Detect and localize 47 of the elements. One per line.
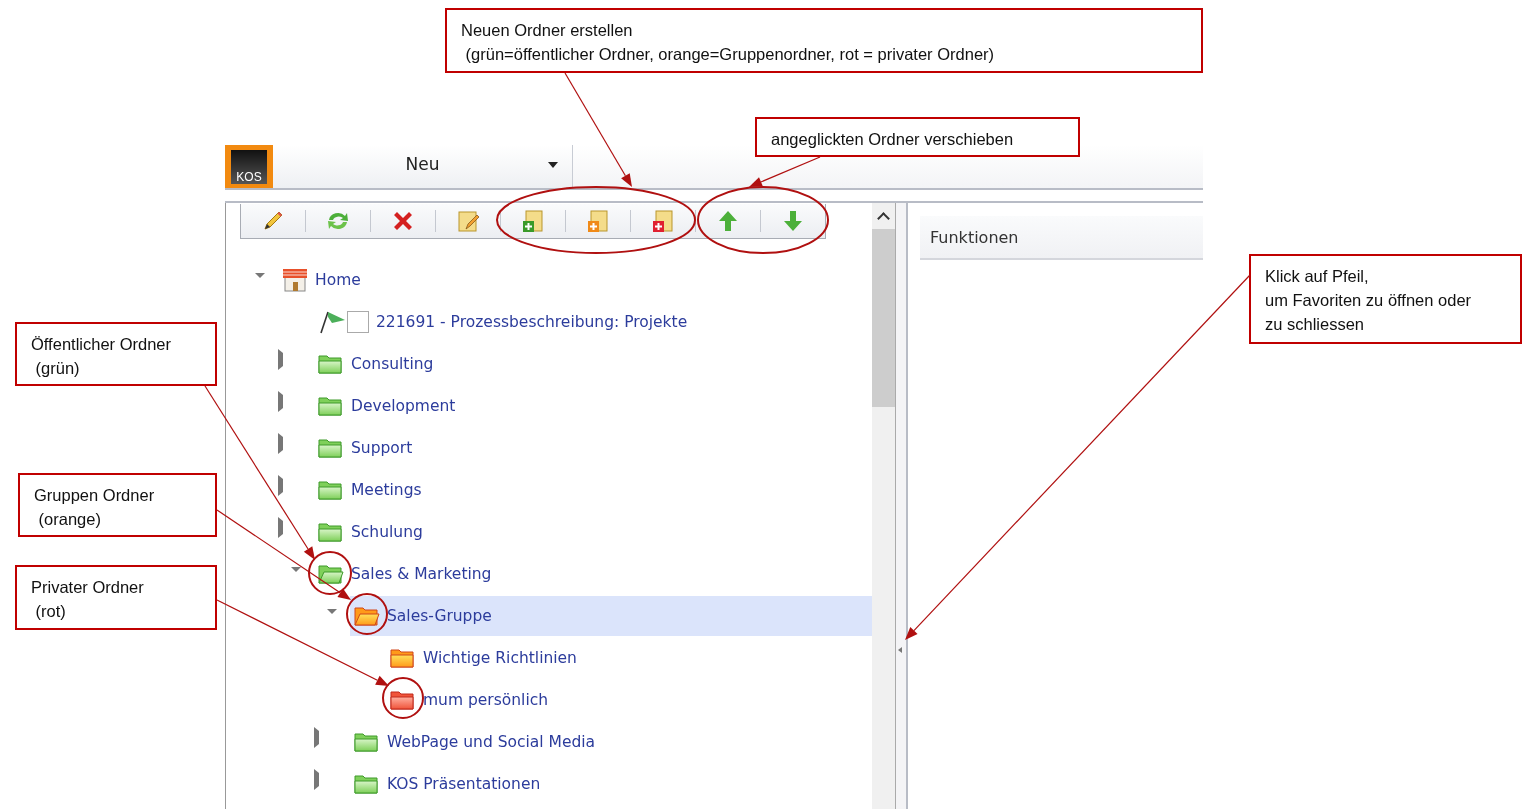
folder-icon <box>318 521 344 543</box>
callout-text: Privater Ordner (rot) <box>15 565 217 630</box>
folder-icon <box>354 731 380 753</box>
folder-icon <box>318 353 344 375</box>
folder-icon <box>318 395 344 417</box>
callout-arrow <box>749 156 821 187</box>
folder-icon <box>354 773 380 795</box>
new-menu-button[interactable]: Neu <box>273 145 573 188</box>
tree-item[interactable]: Sales-Gruppe <box>350 596 872 636</box>
caret-icon <box>548 162 558 168</box>
highlight-ellipse <box>382 677 424 719</box>
highlight-ellipse <box>346 593 388 635</box>
folder-icon <box>390 689 416 711</box>
tree-item[interactable]: KOS Präsentationen <box>350 764 872 804</box>
tree-item[interactable]: Consulting <box>314 344 872 384</box>
scroll-thumb[interactable] <box>872 229 895 407</box>
tree-item[interactable]: Support <box>314 428 872 468</box>
tree-item[interactable]: 221691 - Prozessbeschreibung: Projekte <box>314 302 872 342</box>
callout-text: Gruppen Ordner (orange) <box>18 473 217 537</box>
tree-item[interactable]: Development <box>314 386 872 426</box>
checkbox[interactable] <box>347 311 369 333</box>
scrollbar[interactable] <box>872 203 896 809</box>
callout-text: Neuen Ordner erstellen (grün=öffentlicher Ordner, orange=Gruppenordner, rot = privater Ordner) <box>445 8 1203 73</box>
tree-item[interactable]: Schulung <box>314 512 872 552</box>
open-folder-icon <box>318 563 344 585</box>
folder-icon <box>318 479 344 501</box>
tree-item[interactable]: Wichtige Richtlinien <box>386 638 872 678</box>
logo: KOS <box>225 145 273 188</box>
tree-item[interactable]: Sales & Marketing <box>314 554 872 594</box>
tree-item[interactable]: WebPage und Social Media <box>350 722 872 762</box>
collapse-arrow-icon[interactable] <box>898 647 902 653</box>
tree-item[interactable]: Meetings <box>314 470 872 510</box>
highlight-ellipse <box>308 551 352 595</box>
expand-arrow-icon[interactable] <box>291 566 301 572</box>
callout-text: Klick auf Pfeil, um Favoriten zu öffnen oder zu schliessen <box>1249 254 1522 344</box>
folder-icon <box>318 437 344 459</box>
tree-item[interactable]: mum persönlich <box>386 680 872 720</box>
open-folder-icon <box>354 605 380 627</box>
flag-icon <box>318 309 346 335</box>
folder-icon <box>390 647 416 669</box>
expand-arrow-icon[interactable] <box>255 272 265 278</box>
house-icon <box>282 267 308 293</box>
callout-text: Öffentlicher Ordner (grün) <box>15 322 217 386</box>
callout-text: angeglickten Ordner verschieben <box>755 117 1080 157</box>
tree-item[interactable]: Home <box>278 260 872 300</box>
expand-arrow-icon[interactable] <box>327 608 337 614</box>
panel-title: Funktionen <box>920 216 1203 260</box>
